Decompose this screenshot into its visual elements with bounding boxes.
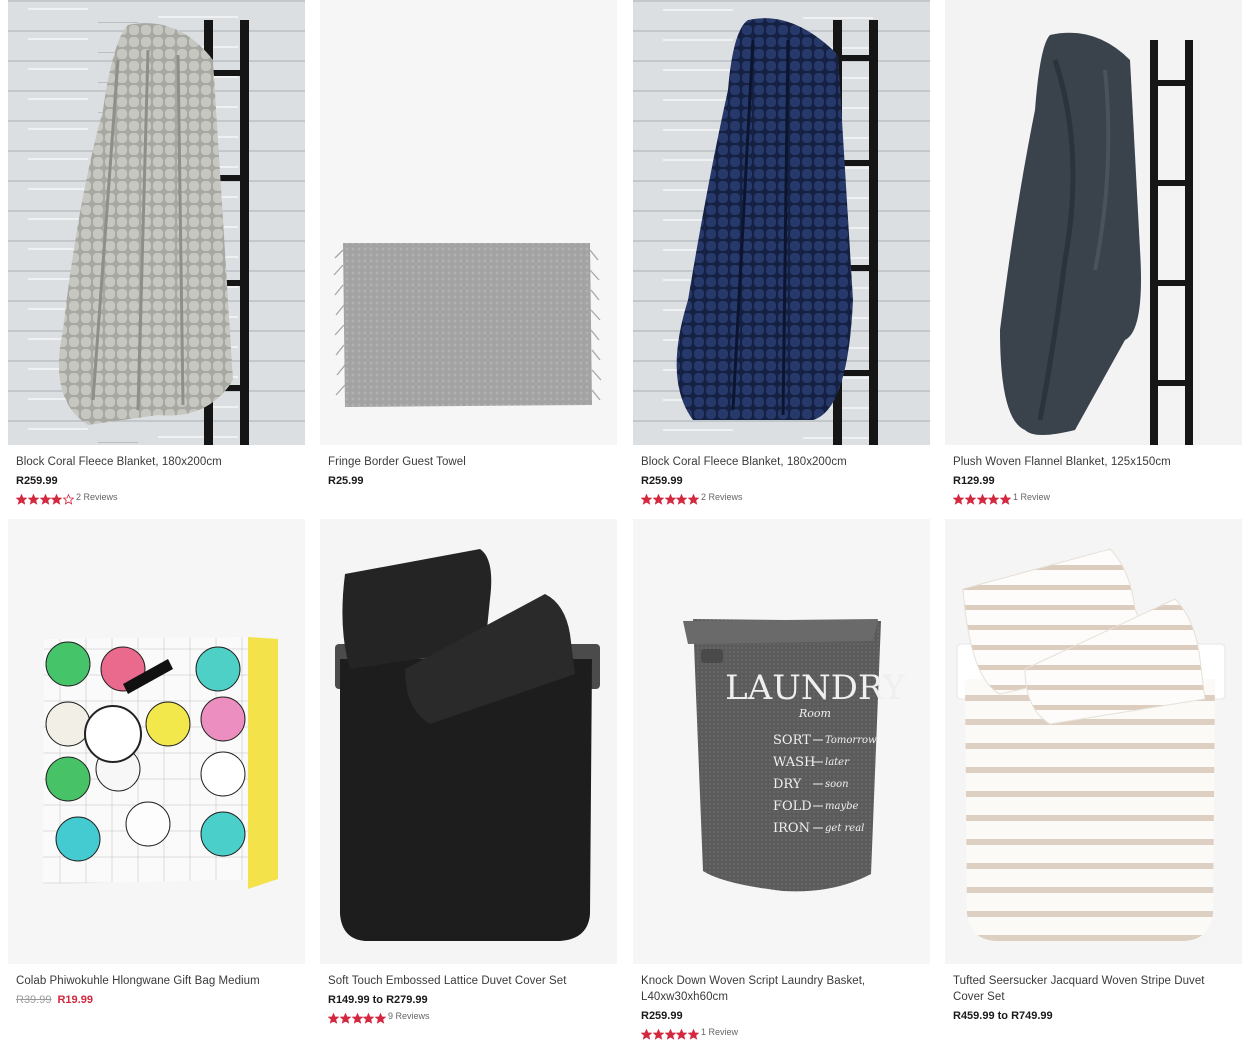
product-price: R459.99 to R749.99 — [953, 1010, 1053, 1022]
product-title[interactable]: Colab Phiwokuhle Hlongwane Gift Bag Medi… — [16, 973, 297, 989]
basket-word: SORT — [773, 733, 811, 748]
star-rating — [640, 492, 700, 505]
star-filled-icon — [675, 492, 688, 505]
product-price: R149.99 to R279.99 — [328, 994, 428, 1006]
sale-price: R19.99 — [57, 994, 93, 1006]
duvet-image — [945, 519, 1242, 964]
product-card[interactable]: Block Coral Fleece Blanket, 180x200cm R2… — [633, 0, 930, 505]
star-filled-icon — [362, 1011, 375, 1024]
basket-brand-text: LAUNDRY — [725, 668, 905, 708]
review-count[interactable]: 2 Reviews — [701, 492, 743, 502]
star-filled-icon — [664, 492, 677, 505]
product-image[interactable] — [320, 519, 617, 964]
towel-image — [320, 0, 617, 445]
product-title[interactable]: Plush Woven Flannel Blanket, 125x150cm — [953, 454, 1234, 470]
product-title[interactable]: Soft Touch Embossed Lattice Duvet Cover … — [328, 973, 609, 989]
star-filled-icon — [50, 492, 63, 505]
basket-word: IRON — [773, 821, 810, 836]
star-filled-icon — [652, 492, 665, 505]
product-rating: 1 Review — [640, 1026, 922, 1040]
star-filled-icon — [687, 492, 700, 505]
product-card[interactable]: LAUNDRY Room SORT Tomorrow WASH later DRY soo… — [633, 519, 930, 1040]
laundry-basket-image: LAUNDRY Room SORT Tomorrow WASH later DRY soo… — [633, 519, 930, 964]
star-filled-icon — [675, 1027, 688, 1040]
star-rating — [15, 492, 75, 505]
star-filled-icon — [640, 492, 653, 505]
product-card[interactable]: Soft Touch Embossed Lattice Duvet Cover … — [320, 519, 617, 1024]
star-filled-icon — [952, 492, 965, 505]
gift-bag-image — [8, 519, 305, 964]
basket-sub-text: Room — [798, 707, 831, 720]
product-title[interactable]: Block Coral Fleece Blanket, 180x200cm — [16, 454, 297, 470]
product-title[interactable]: Block Coral Fleece Blanket, 180x200cm — [641, 454, 922, 470]
product-image[interactable] — [8, 519, 305, 964]
basket-word: FOLD — [773, 799, 812, 814]
product-card[interactable]: Fringe Border Guest Towel R25.99 — [320, 0, 617, 488]
duvet-image — [320, 519, 617, 964]
star-filled-icon — [652, 1027, 665, 1040]
star-filled-icon — [374, 1011, 387, 1024]
product-image[interactable] — [633, 0, 930, 445]
star-filled-icon — [987, 492, 1000, 505]
blanket-image — [633, 0, 930, 445]
product-image[interactable]: LAUNDRY Room SORT Tomorrow WASH later DRY soo… — [633, 519, 930, 964]
product-card[interactable]: Colab Phiwokuhle Hlongwane Gift Bag Medi… — [8, 519, 305, 1007]
product-image[interactable] — [945, 0, 1242, 445]
review-count[interactable]: 1 Review — [701, 1027, 738, 1037]
product-rating: 1 Review — [952, 491, 1234, 505]
product-card[interactable]: Plush Woven Flannel Blanket, 125x150cm R… — [945, 0, 1242, 505]
star-filled-icon — [976, 492, 989, 505]
product-price: R25.99 — [328, 475, 364, 487]
review-count[interactable]: 9 Reviews — [388, 1011, 430, 1021]
star-filled-icon — [351, 1011, 364, 1024]
star-filled-icon — [39, 492, 52, 505]
star-filled-icon — [999, 492, 1012, 505]
product-image[interactable] — [945, 519, 1242, 964]
product-price: R39.99 R19.99 — [16, 993, 297, 1007]
review-count[interactable]: 2 Reviews — [76, 492, 118, 502]
star-empty-icon — [62, 492, 75, 505]
star-filled-icon — [964, 492, 977, 505]
star-filled-icon — [687, 1027, 700, 1040]
product-title[interactable]: Tufted Seersucker Jacquard Woven Stripe … — [953, 973, 1234, 1005]
blanket-image — [945, 0, 1242, 445]
blanket-image — [8, 0, 305, 445]
product-image[interactable] — [8, 0, 305, 445]
product-rating: 9 Reviews — [327, 1010, 609, 1024]
basket-note: Tomorrow — [825, 735, 877, 746]
star-rating — [327, 1011, 387, 1024]
product-title[interactable]: Fringe Border Guest Towel — [328, 454, 609, 470]
basket-note: maybe — [825, 801, 858, 812]
star-filled-icon — [664, 1027, 677, 1040]
product-price: R259.99 — [641, 1010, 683, 1022]
product-price: R129.99 — [953, 475, 995, 487]
star-filled-icon — [339, 1011, 352, 1024]
star-rating — [952, 492, 1012, 505]
product-title[interactable]: Knock Down Woven Script Laundry Basket, … — [641, 973, 922, 1005]
star-filled-icon — [640, 1027, 653, 1040]
basket-note: soon — [825, 779, 849, 790]
star-filled-icon — [27, 492, 40, 505]
product-card[interactable]: Tufted Seersucker Jacquard Woven Stripe … — [945, 519, 1242, 1023]
product-rating: 2 Reviews — [640, 491, 922, 505]
basket-note: get real — [825, 823, 864, 834]
product-image[interactable] — [320, 0, 617, 445]
was-price: R39.99 — [16, 994, 52, 1006]
star-rating — [640, 1027, 700, 1040]
review-count[interactable]: 1 Review — [1013, 492, 1050, 502]
product-card[interactable]: Block Coral Fleece Blanket, 180x200cm R2… — [8, 0, 305, 505]
star-filled-icon — [15, 492, 28, 505]
basket-word: DRY — [773, 777, 802, 792]
product-price: R259.99 — [16, 475, 58, 487]
star-filled-icon — [327, 1011, 340, 1024]
product-rating: 2 Reviews — [15, 491, 297, 505]
product-price: R259.99 — [641, 475, 683, 487]
basket-word: WASH — [773, 755, 815, 770]
basket-note: later — [825, 757, 850, 768]
